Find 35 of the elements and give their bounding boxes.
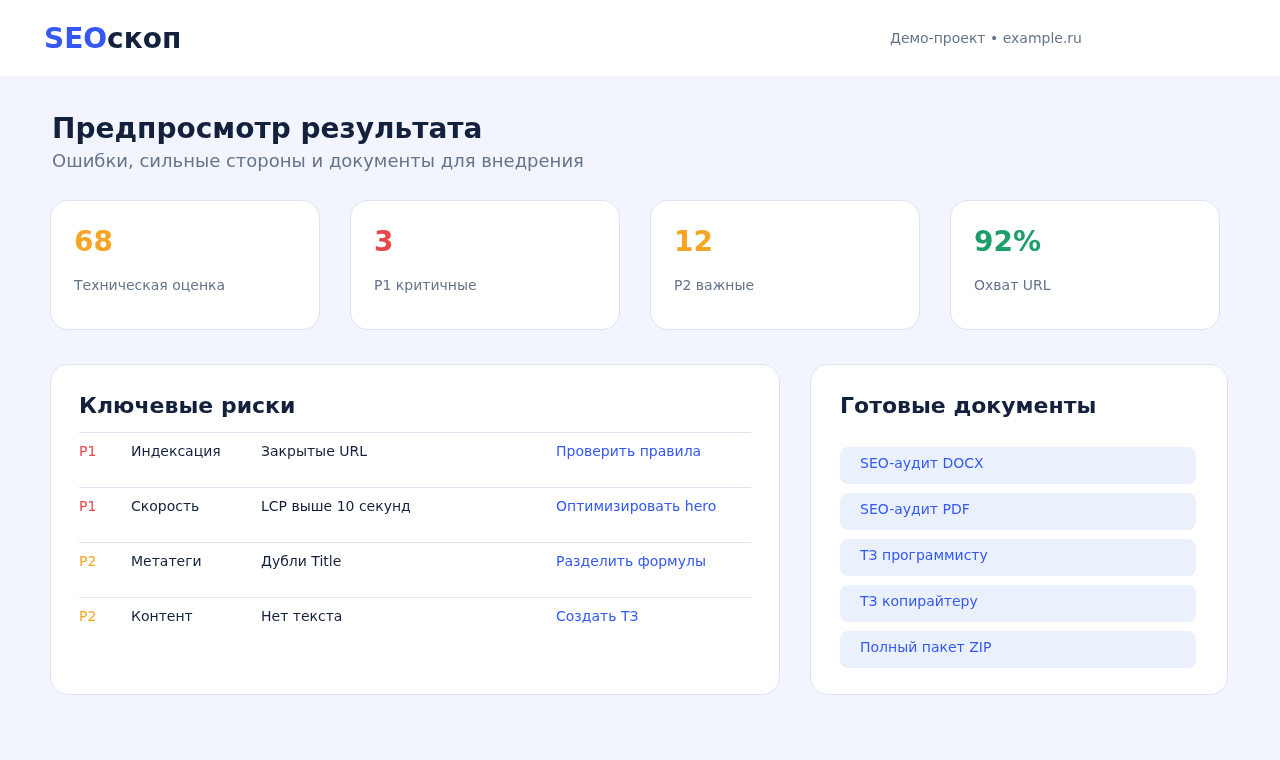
action-link[interactable]: Проверить правила bbox=[556, 441, 702, 463]
stat-label: P1 критичные bbox=[374, 276, 478, 294]
category-text: Скорость bbox=[131, 497, 201, 517]
card-title: Готовые документы bbox=[840, 393, 1098, 420]
priority-label: P1 bbox=[79, 497, 98, 517]
category-text: Индексация bbox=[131, 442, 222, 462]
category-text: Контент bbox=[131, 607, 194, 627]
priority-label: P2 bbox=[79, 552, 98, 572]
stat-value: 3 bbox=[374, 225, 395, 259]
action-link[interactable]: Создать ТЗ bbox=[556, 606, 639, 628]
stat-label: Охват URL bbox=[974, 276, 1052, 294]
document-link[interactable]: SEO-аудит PDF bbox=[840, 493, 1196, 531]
project-label: Демо-проект • example.ru bbox=[889, 28, 1082, 48]
issue-text: Закрытые URL bbox=[261, 442, 368, 462]
card-title: Ключевые риски bbox=[79, 393, 297, 420]
document-link[interactable]: ТЗ копирайтеру bbox=[840, 585, 1196, 623]
page-title: Предпросмотр результата bbox=[52, 112, 484, 146]
page-subtitle: Ошибки, сильные стороны и документы для внедрения bbox=[52, 148, 585, 172]
priority-label: P1 bbox=[79, 442, 98, 462]
stat-label: Техническая оценка bbox=[74, 276, 227, 294]
document-link[interactable]: ТЗ программисту bbox=[840, 539, 1196, 577]
issue-text: LCP выше 10 секунд bbox=[261, 497, 412, 517]
stat-value: 92% bbox=[974, 225, 1043, 259]
action-link[interactable]: Разделить формулы bbox=[556, 551, 706, 573]
stat-value: 68 bbox=[74, 225, 114, 259]
stat-value: 12 bbox=[674, 225, 714, 259]
logo[interactable]: SEOскоп bbox=[44, 25, 182, 53]
document-link[interactable]: SEO-аудит DOCX bbox=[840, 447, 1196, 485]
priority-label: P2 bbox=[79, 607, 98, 627]
issue-text: Дубли Title bbox=[261, 552, 343, 572]
action-link[interactable]: Оптимизировать hero bbox=[556, 496, 717, 518]
issue-text: Нет текста bbox=[261, 607, 344, 627]
document-link[interactable]: Полный пакет ZIP bbox=[840, 631, 1196, 669]
category-text: Метатеги bbox=[131, 552, 203, 572]
stat-label: P2 важные bbox=[674, 276, 756, 294]
